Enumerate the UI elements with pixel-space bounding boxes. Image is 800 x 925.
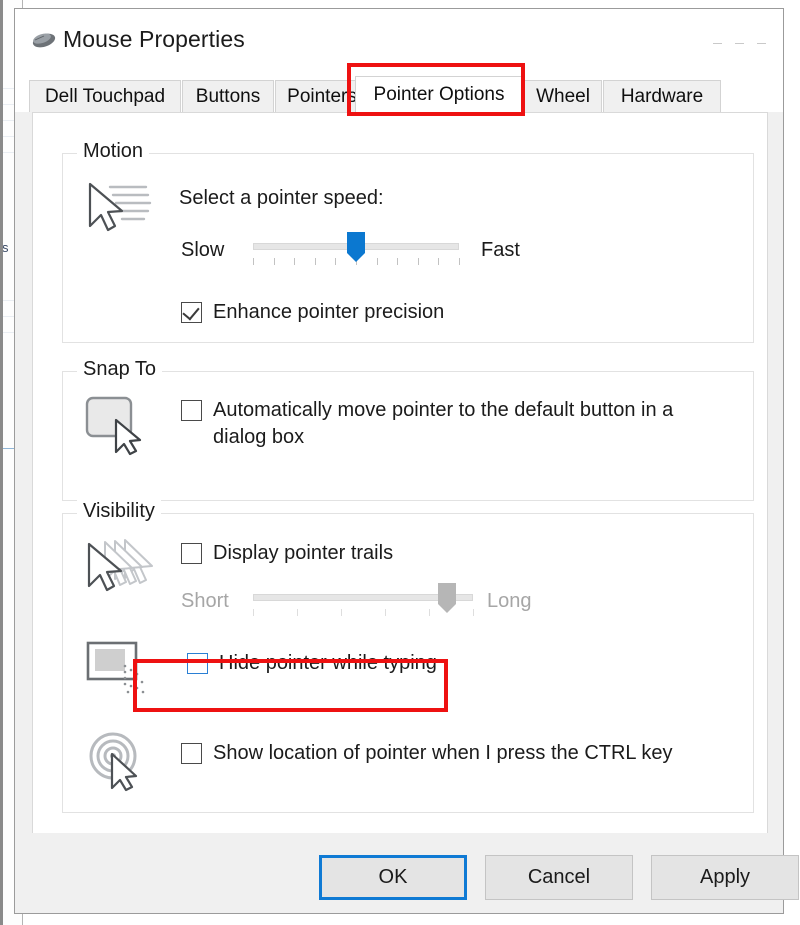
pointer-speed-slider[interactable] [253,232,460,266]
dialog-title: Mouse Properties [63,26,245,52]
checkbox-label-enhance-pointer-precision: Enhance pointer precision [213,301,445,323]
group-motion-label: Motion [77,140,150,163]
default-button-snap-icon [85,396,142,456]
pointer-speed-label: Select a pointer speed: [179,187,384,209]
mouse-icon [32,33,56,48]
apply-button[interactable]: Apply [651,855,799,900]
hide-pointer-typing-icon [86,641,145,698]
checkbox-label-hide-pointer-while-typing: Hide pointer while typing [219,652,437,674]
group-motion: Motion Select a pointer speed: Slow Fast… [62,140,754,343]
tab-dell-touchpad[interactable]: Dell Touchpad [29,80,181,112]
tab-strip: Dell Touchpad Buttons Pointers Pointer O… [15,71,783,112]
checkbox-enhance-pointer-precision[interactable] [181,302,202,323]
group-snap-to-label: Snap To [77,358,163,381]
group-visibility-label: Visibility [77,500,161,523]
slider-thumb[interactable] [437,583,456,613]
slider-max-label-speed: Fast [481,239,520,261]
dialog-button-bar: OK Cancel Apply [15,833,799,913]
tab-buttons[interactable]: Buttons [182,80,274,112]
locate-pointer-ctrl-icon [89,732,138,792]
checkbox-row-hide-pointer-while-typing[interactable]: Hide pointer while typing [187,650,437,677]
checkbox-auto-move-pointer-default-button[interactable] [181,400,202,421]
checkbox-show-location-of-pointer-ctrl[interactable] [181,743,202,764]
slider-min-label-trails: Short [181,590,229,612]
pointer-trails-slider[interactable] [253,583,474,617]
tab-hardware[interactable]: Hardware [603,80,721,112]
slider-max-label-trails: Long [487,590,532,612]
checkbox-label-auto-move-pointer-default-button: Automatically move pointer to the defaul… [213,399,674,448]
checkbox-display-pointer-trails[interactable] [181,543,202,564]
cancel-button[interactable]: Cancel [485,855,633,900]
ok-button[interactable]: OK [319,855,467,900]
pointer-speed-icon [88,182,152,232]
maximize-icon[interactable] [735,43,744,44]
background-window-edge [0,0,3,925]
dialog-titlebar: Mouse Properties [15,9,783,71]
slider-thumb[interactable] [347,232,365,262]
checkbox-row-show-location-ctrl[interactable]: Show location of pointer when I press th… [181,740,673,767]
checkmark-icon [182,302,200,321]
checkbox-label-show-location-of-pointer-ctrl: Show location of pointer when I press th… [213,742,673,764]
close-icon[interactable] [757,43,766,44]
minimize-icon[interactable] [713,43,722,44]
checkbox-row-display-pointer-trails[interactable]: Display pointer trails [181,540,393,567]
pointer-trails-icon [87,539,153,592]
slider-min-label-speed: Slow [181,239,225,261]
tab-pointer-options[interactable]: Pointer Options [355,76,523,112]
group-visibility: Visibility Display pointer trails Short [62,500,754,813]
checkbox-row-snap-to-default-button[interactable]: Automatically move pointer to the defaul… [181,397,721,451]
pointer-options-panel: Motion Select a pointer speed: Slow Fast… [32,112,768,834]
checkbox-row-enhance-precision[interactable]: Enhance pointer precision [181,299,444,326]
mouse-properties-dialog: Mouse Properties Dell Touchpad Buttons P… [14,8,799,914]
tab-wheel[interactable]: Wheel [524,80,602,112]
group-snap-to: Snap To Automatically move pointer to th… [62,358,754,501]
checkbox-label-display-pointer-trails: Display pointer trails [213,542,394,564]
window-controls[interactable] [711,35,771,51]
checkbox-hide-pointer-while-typing[interactable] [187,653,208,674]
